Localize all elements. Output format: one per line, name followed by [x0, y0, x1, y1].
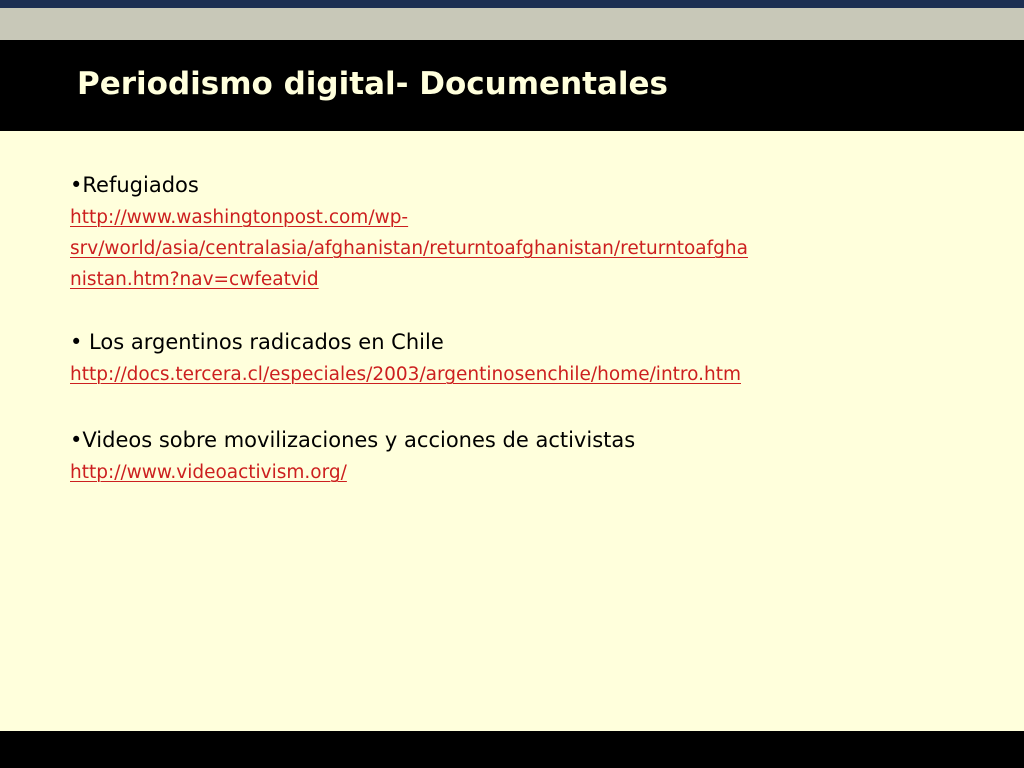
link-line: http://www.washingtonpost.com/wp- [70, 207, 409, 228]
link-line: nistan.htm?nav=cwfeatvid [70, 269, 319, 290]
list-item-refugiados: •Refugiados http://www.washingtonpost.co… [70, 168, 950, 295]
item-label: •Refugiados [70, 173, 199, 197]
list-item-videos: •Videos sobre movilizaciones y acciones … [70, 423, 950, 488]
slide-title: Periodismo digital- Documentales [77, 66, 668, 102]
bottom-bar [0, 731, 1024, 768]
link-argentinos[interactable]: http://docs.tercera.cl/especiales/2003/a… [70, 359, 950, 390]
item-label: • Los argentinos radicados en Chile [70, 330, 444, 354]
list-item-argentinos: • Los argentinos radicados en Chile http… [70, 325, 950, 390]
link-videoactivism[interactable]: http://www.videoactivism.org/ [70, 457, 950, 488]
link-line: srv/world/asia/centralasia/afghanistan/r… [70, 238, 748, 259]
slide: Periodismo digital- Documentales •Refugi… [0, 0, 1024, 768]
link-line: http://docs.tercera.cl/especiales/2003/a… [70, 364, 741, 385]
link-refugiados[interactable]: http://www.washingtonpost.com/wp- srv/wo… [70, 202, 950, 295]
link-line: http://www.videoactivism.org/ [70, 462, 347, 483]
item-label: •Videos sobre movilizaciones y acciones … [70, 428, 636, 452]
top-stripe [0, 0, 1024, 8]
slide-content: •Refugiados http://www.washingtonpost.co… [70, 168, 950, 518]
top-band [0, 8, 1024, 40]
